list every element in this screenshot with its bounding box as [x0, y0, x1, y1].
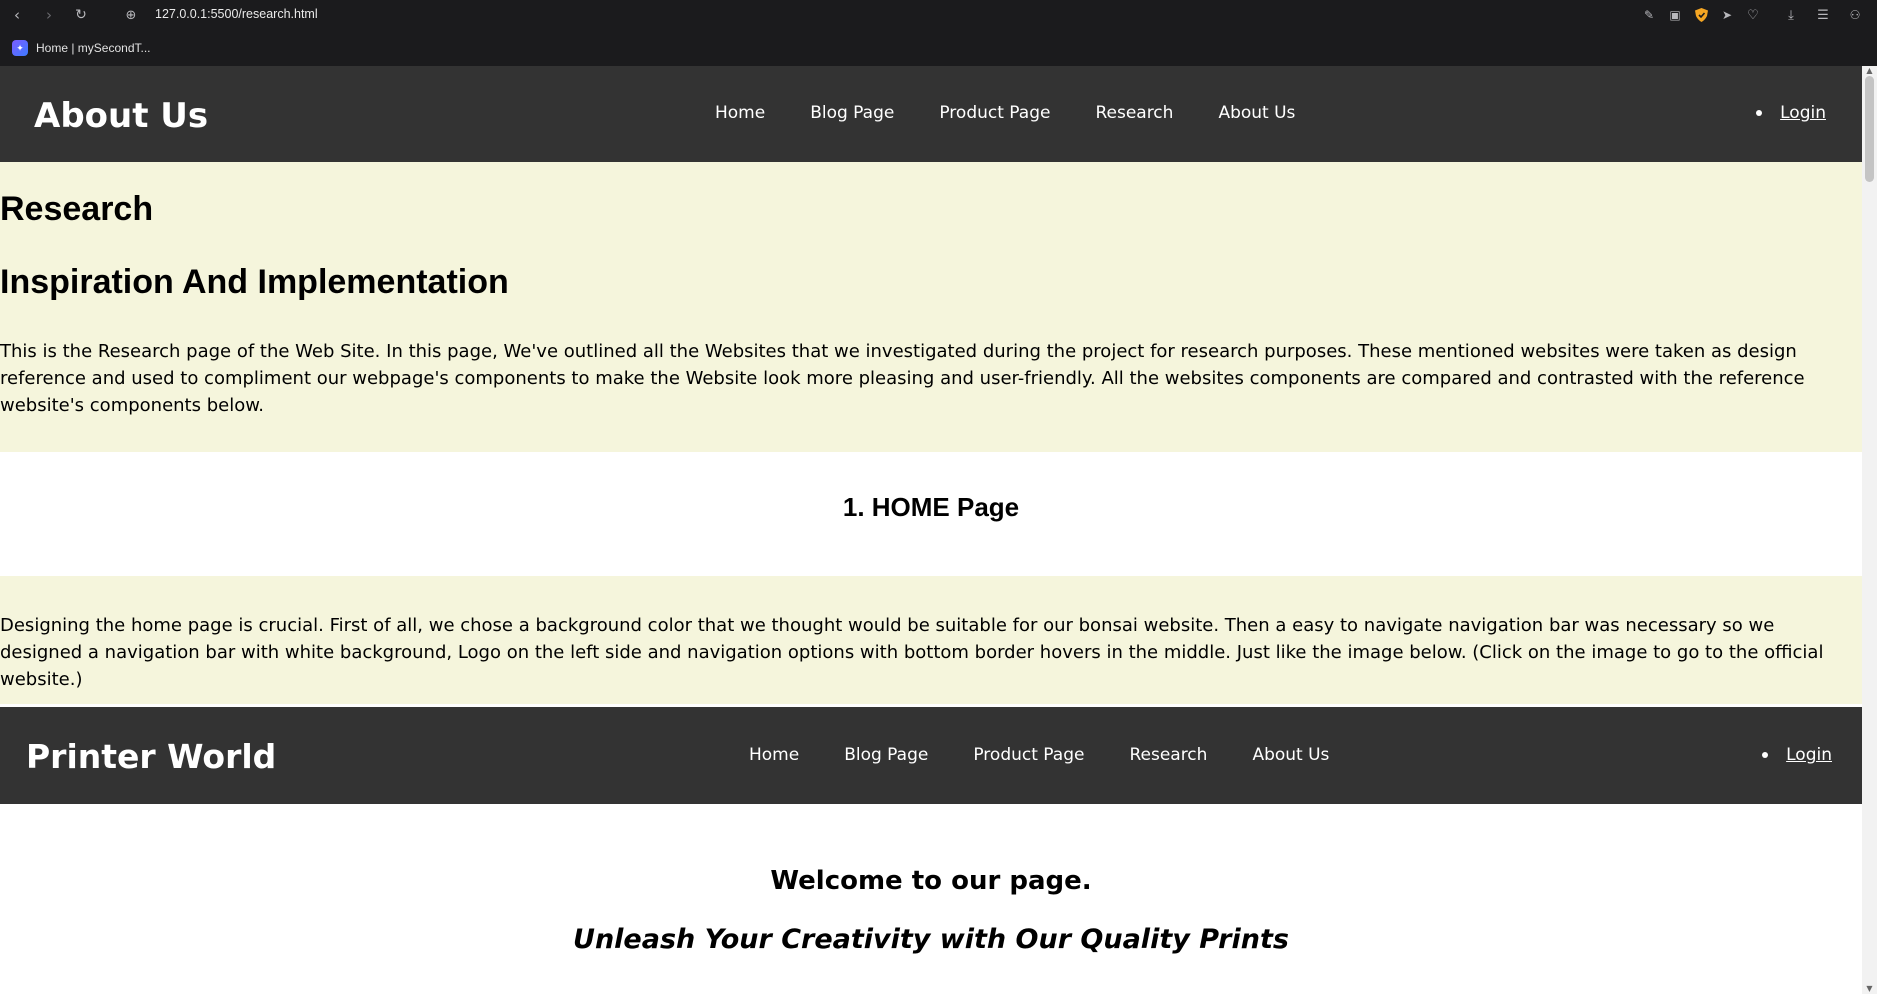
browser-toolbar: ‹ › ↻ ⊕ 127.0.0.1:5500/research.html ✎ ▣…: [0, 0, 1877, 30]
shield-icon[interactable]: [1692, 4, 1710, 26]
edit-icon[interactable]: ✎: [1640, 4, 1658, 26]
bookmarks-bar: ✦ Home | mySecondT...: [0, 34, 1877, 62]
back-icon[interactable]: ‹: [8, 4, 26, 26]
home-description-section: Designing the home page is crucial. Firs…: [0, 576, 1862, 704]
reference-nav-links: Home Blog Page Product Page Research Abo…: [749, 745, 1329, 765]
bookmark-label: Home | mySecondT...: [36, 41, 151, 55]
reference-nav-blog: Blog Page: [844, 745, 929, 765]
send-icon[interactable]: ➤: [1718, 4, 1736, 26]
intro-section: Research Inspiration And Implementation …: [0, 162, 1862, 452]
section-heading-home: 1. HOME Page: [842, 492, 1020, 522]
page-viewport: About Us Home Blog Page Product Page Res…: [0, 66, 1862, 994]
reference-welcome: Welcome to our page.: [770, 866, 1092, 896]
reference-logo: Printer World: [26, 737, 277, 776]
profile-icon[interactable]: ⚇: [1846, 4, 1864, 26]
scroll-down-icon[interactable]: ▼: [1864, 984, 1875, 994]
nav-link-product[interactable]: Product Page: [939, 103, 1050, 123]
reference-nav-product: Product Page: [973, 745, 1085, 765]
bullet-icon: [1756, 110, 1763, 116]
address-bar[interactable]: 127.0.0.1:5500/research.html: [155, 7, 318, 21]
bookmark-home[interactable]: ✦ Home | mySecondT...: [12, 39, 151, 57]
nav-link-blog[interactable]: Blog Page: [810, 103, 894, 123]
nav-link-home[interactable]: Home: [715, 103, 765, 123]
reference-image-navbar[interactable]: Printer World Home Blog Page Product Pag…: [0, 707, 1862, 804]
reference-login-item: Login: [1762, 745, 1832, 765]
nav-links: Home Blog Page Product Page Research Abo…: [715, 103, 1295, 123]
reload-icon[interactable]: ↻: [72, 4, 90, 26]
heart-icon[interactable]: ♡: [1744, 4, 1762, 26]
browser-chrome: ‹ › ↻ ⊕ 127.0.0.1:5500/research.html ✎ ▣…: [0, 0, 1877, 66]
login-link[interactable]: Login: [1780, 103, 1826, 123]
site-info-icon[interactable]: ⊕: [122, 4, 140, 26]
bullet-icon: [1762, 752, 1769, 758]
favicon-icon: ✦: [12, 40, 28, 56]
site-logo[interactable]: About Us: [34, 96, 208, 136]
scroll-up-icon[interactable]: ▲: [1864, 66, 1875, 76]
camera-icon[interactable]: ▣: [1666, 4, 1684, 26]
reference-image-body[interactable]: Welcome to our page. Unleash Your Creati…: [0, 804, 1862, 994]
download-icon[interactable]: ⤓: [1782, 4, 1800, 26]
intro-paragraph: This is the Research page of the Web Sit…: [0, 341, 1805, 416]
page-title: Research: [0, 190, 154, 228]
nav-link-about[interactable]: About Us: [1218, 103, 1295, 123]
page-subtitle: Inspiration And Implementation: [0, 263, 509, 301]
nav-link-research[interactable]: Research: [1095, 103, 1173, 123]
page-scrollbar[interactable]: ▲ ▼: [1862, 66, 1877, 994]
reference-tagline: Unleash Your Creativity with Our Quality…: [573, 924, 1289, 955]
login-item: Login: [1756, 103, 1826, 123]
site-navbar: About Us Home Blog Page Product Page Res…: [0, 66, 1862, 162]
menu-icon[interactable]: ☰: [1814, 4, 1832, 26]
forward-icon[interactable]: ›: [40, 4, 58, 26]
reference-nav-about: About Us: [1252, 745, 1330, 765]
reference-nav-home: Home: [749, 745, 800, 765]
home-description: Designing the home page is crucial. Firs…: [0, 615, 1824, 690]
reference-nav-research: Research: [1129, 745, 1208, 765]
reference-login: Login: [1786, 745, 1832, 765]
home-heading-section: 1. HOME Page: [0, 452, 1862, 576]
scroll-thumb[interactable]: [1865, 76, 1874, 182]
